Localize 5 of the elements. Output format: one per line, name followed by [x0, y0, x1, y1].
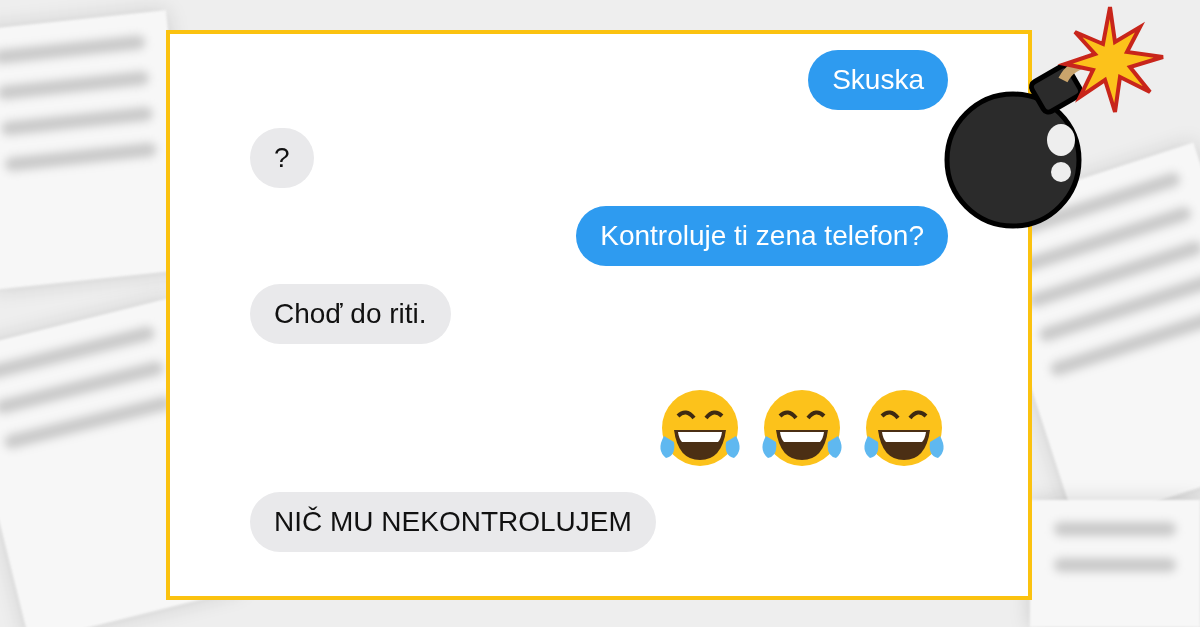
received-message: Choď do riti. — [250, 284, 451, 344]
sent-message: Skuska — [808, 50, 948, 110]
sent-message: Kontroluje ti zena telefon? — [576, 206, 948, 266]
received-message: ? — [250, 128, 314, 188]
received-message: NIČ MU NEKONTROLUJEM — [250, 492, 656, 552]
